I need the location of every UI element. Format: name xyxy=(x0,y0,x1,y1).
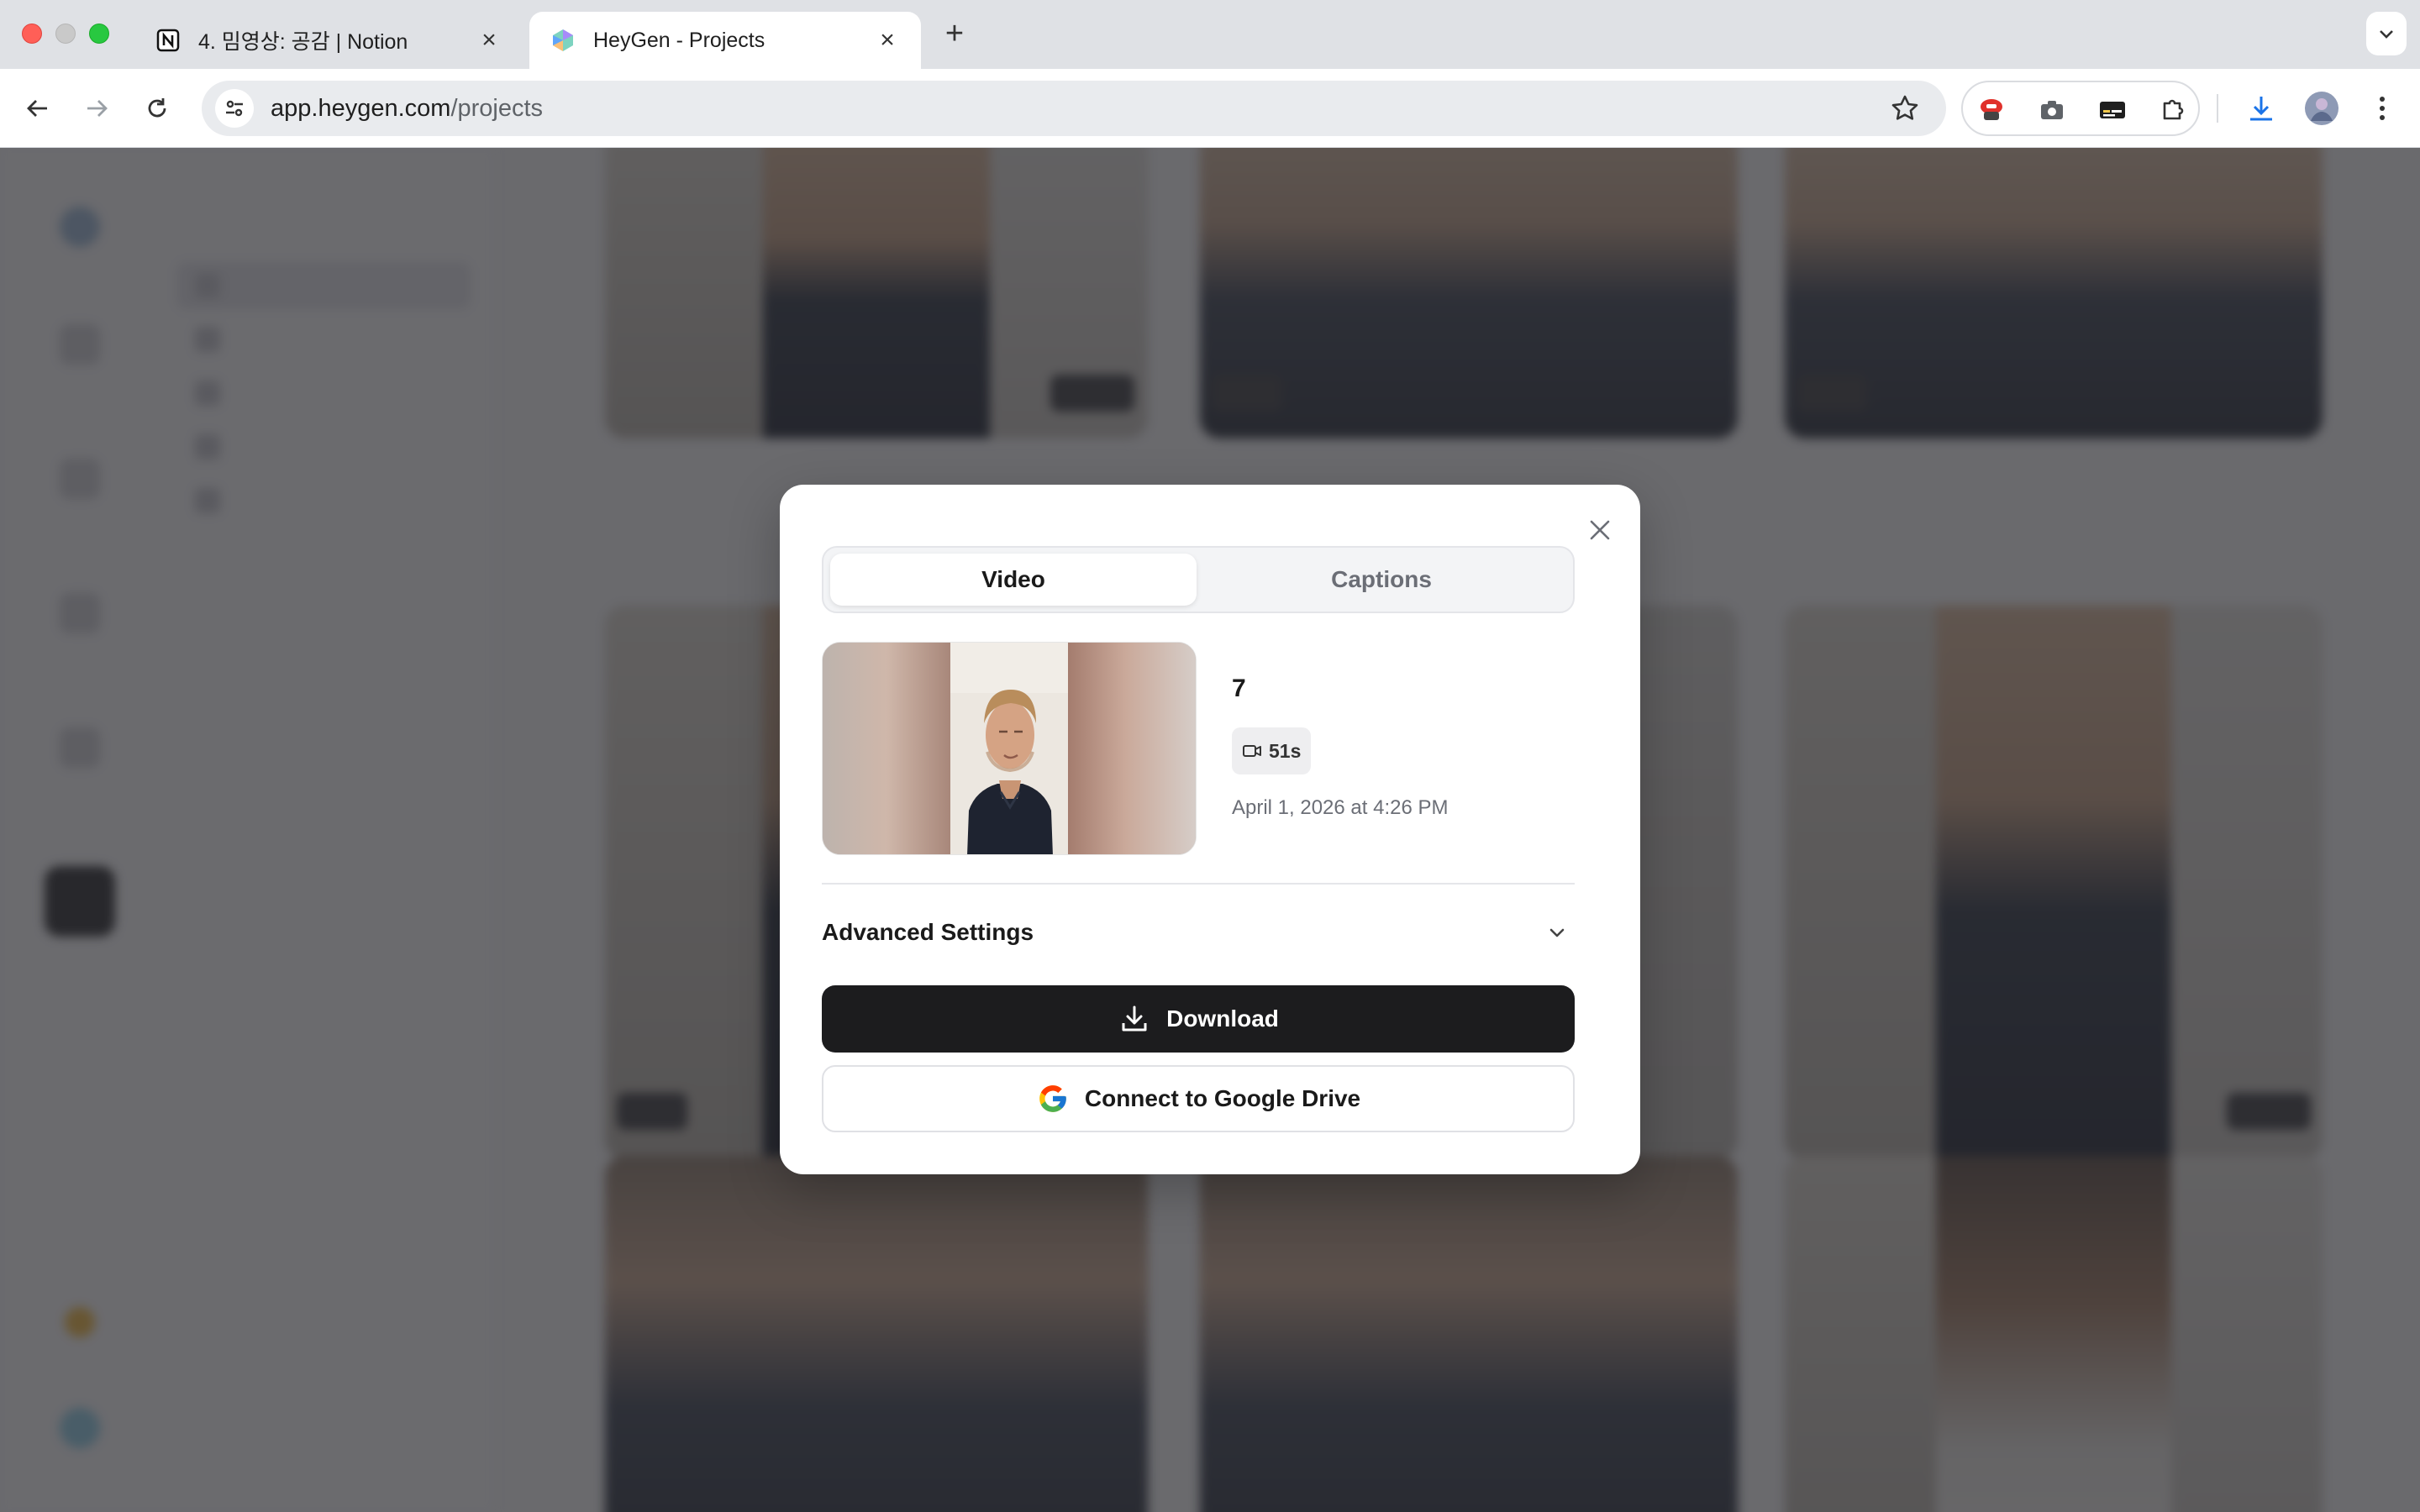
advanced-settings-toggle[interactable]: Advanced Settings xyxy=(822,911,1575,953)
arrow-right-icon xyxy=(87,100,108,117)
caption-icon[interactable] xyxy=(2096,93,2129,127)
divider xyxy=(822,883,1575,885)
video-date: April 1, 2026 at 4:26 PM xyxy=(1232,796,1449,819)
browser-tab-strip: 4. 밈영상: 공감 | Notion × HeyGen - Projects … xyxy=(0,0,2420,69)
duration-text: 51s xyxy=(1269,739,1302,762)
tab-search-button[interactable] xyxy=(2366,12,2407,55)
window-close-button[interactable] xyxy=(22,24,42,44)
duration-badge: 51s xyxy=(1232,727,1312,774)
tab-video[interactable]: Video xyxy=(830,554,1197,606)
bookmark-star-icon[interactable] xyxy=(1889,92,1921,124)
avatar-icon xyxy=(2305,92,2338,125)
download-icon xyxy=(1118,1002,1151,1036)
browser-tab-notion[interactable]: 4. 밈영상: 공감 | Notion × xyxy=(134,12,523,69)
modal-close-button[interactable] xyxy=(1583,513,1617,547)
close-icon[interactable]: × xyxy=(874,27,901,54)
downloads-button[interactable] xyxy=(2240,87,2282,129)
arrow-left-icon xyxy=(27,100,47,117)
back-button[interactable] xyxy=(17,87,59,129)
download-modal: Video Captions 7 51s April 1, 2026 at 4:… xyxy=(780,485,1640,1174)
thumbnail-person xyxy=(950,643,1070,854)
close-icon[interactable]: × xyxy=(476,27,502,54)
tab-captions[interactable]: Captions xyxy=(1198,554,1565,606)
url-path: /projects xyxy=(450,94,544,122)
thumbnail-blur-right xyxy=(1068,643,1196,854)
toolbar-separator xyxy=(2217,94,2218,123)
reload-icon xyxy=(148,98,166,118)
chevron-down-icon xyxy=(1549,928,1565,937)
google-drive-label: Connect to Google Drive xyxy=(1084,1085,1361,1111)
browser-toolbar: app.heygen.com/projects xyxy=(0,69,2420,148)
close-icon xyxy=(1590,520,1610,540)
browser-tab-heygen[interactable]: HeyGen - Projects × xyxy=(529,12,921,69)
google-icon xyxy=(1036,1082,1070,1116)
site-info-icon[interactable] xyxy=(215,89,254,128)
extensions-group xyxy=(1961,81,2200,136)
tab-title: 4. 밈영상: 공감 | Notion xyxy=(198,30,408,54)
download-label: Download xyxy=(1166,1005,1279,1032)
window-minimize-button[interactable] xyxy=(55,24,76,44)
forward-button[interactable] xyxy=(76,87,118,129)
url-text: app.heygen.com/projects xyxy=(271,95,543,123)
download-icon xyxy=(2250,97,2272,121)
tab-title: HeyGen - Projects xyxy=(593,28,765,52)
new-tab-button[interactable]: + xyxy=(938,15,971,52)
more-vertical-icon xyxy=(2380,97,2385,120)
heygen-icon xyxy=(550,27,576,54)
thumbnail-blur-left xyxy=(823,643,950,854)
download-button[interactable]: Download xyxy=(822,985,1575,1053)
chevron-down-icon xyxy=(2380,30,2393,39)
window-zoom-button[interactable] xyxy=(89,24,109,44)
video-name: 7 xyxy=(1232,675,1246,702)
red-extension-icon[interactable] xyxy=(1975,93,2008,127)
puzzle-icon[interactable] xyxy=(2156,93,2190,127)
video-camera-icon xyxy=(1243,745,1261,757)
address-bar[interactable]: app.heygen.com/projects xyxy=(202,81,1946,136)
camera-icon[interactable] xyxy=(2035,93,2069,127)
google-drive-button[interactable]: Connect to Google Drive xyxy=(822,1065,1575,1132)
advanced-settings-label: Advanced Settings xyxy=(822,919,1034,945)
url-host: app.heygen.com xyxy=(271,94,451,122)
profile-avatar[interactable] xyxy=(2301,87,2343,129)
browser-menu-button[interactable] xyxy=(2361,87,2403,129)
reload-button[interactable] xyxy=(136,87,178,129)
format-tabs: Video Captions xyxy=(822,546,1575,613)
video-thumbnail xyxy=(822,642,1197,855)
notion-icon xyxy=(155,27,182,54)
